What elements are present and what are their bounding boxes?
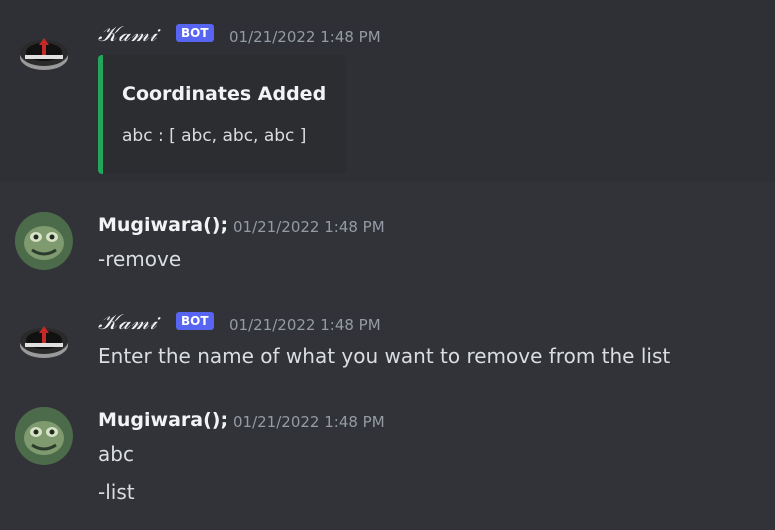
- compass-icon[interactable]: [15, 24, 73, 82]
- timestamp: 01/21/2022 1:48 PM: [229, 316, 381, 334]
- author-name[interactable]: Mugiwara();: [98, 214, 228, 236]
- bot-badge: BOT: [176, 24, 214, 42]
- message-mugiwara-list[interactable]: Mugiwara(); 01/21/2022 1:48 PM abc -list: [0, 394, 775, 530]
- message-text: abc: [98, 442, 134, 466]
- timestamp: 01/21/2022 1:48 PM: [233, 413, 385, 431]
- message-kami-embed[interactable]: 𝒦𝒶𝓂𝒾 BOT 01/21/2022 1:48 PM Coordinates …: [0, 0, 775, 182]
- embed-description: abc : [ abc, abc, abc ]: [122, 126, 307, 146]
- bot-badge: BOT: [176, 312, 214, 330]
- compass-icon[interactable]: [15, 312, 73, 370]
- author-name[interactable]: 𝒦𝒶𝓂𝒾: [98, 310, 158, 335]
- embed-card: Coordinates Added abc : [ abc, abc, abc …: [98, 55, 346, 174]
- embed-title: Coordinates Added: [122, 83, 327, 105]
- frog-avatar-icon[interactable]: [15, 407, 73, 465]
- timestamp: 01/21/2022 1:48 PM: [233, 218, 385, 236]
- message-mugiwara-remove[interactable]: Mugiwara(); 01/21/2022 1:48 PM -remove: [0, 196, 775, 288]
- author-name[interactable]: 𝒦𝒶𝓂𝒾: [98, 22, 158, 47]
- message-kami-instruction[interactable]: 𝒦𝒶𝓂𝒾 BOT 01/21/2022 1:48 PM Enter the na…: [0, 300, 775, 390]
- message-text: -remove: [98, 247, 182, 271]
- message-text: -list: [98, 480, 135, 504]
- author-name[interactable]: Mugiwara();: [98, 409, 228, 431]
- message-text: Enter the name of what you want to remov…: [98, 344, 671, 368]
- timestamp: 01/21/2022 1:48 PM: [229, 28, 381, 46]
- frog-avatar-icon[interactable]: [15, 212, 73, 270]
